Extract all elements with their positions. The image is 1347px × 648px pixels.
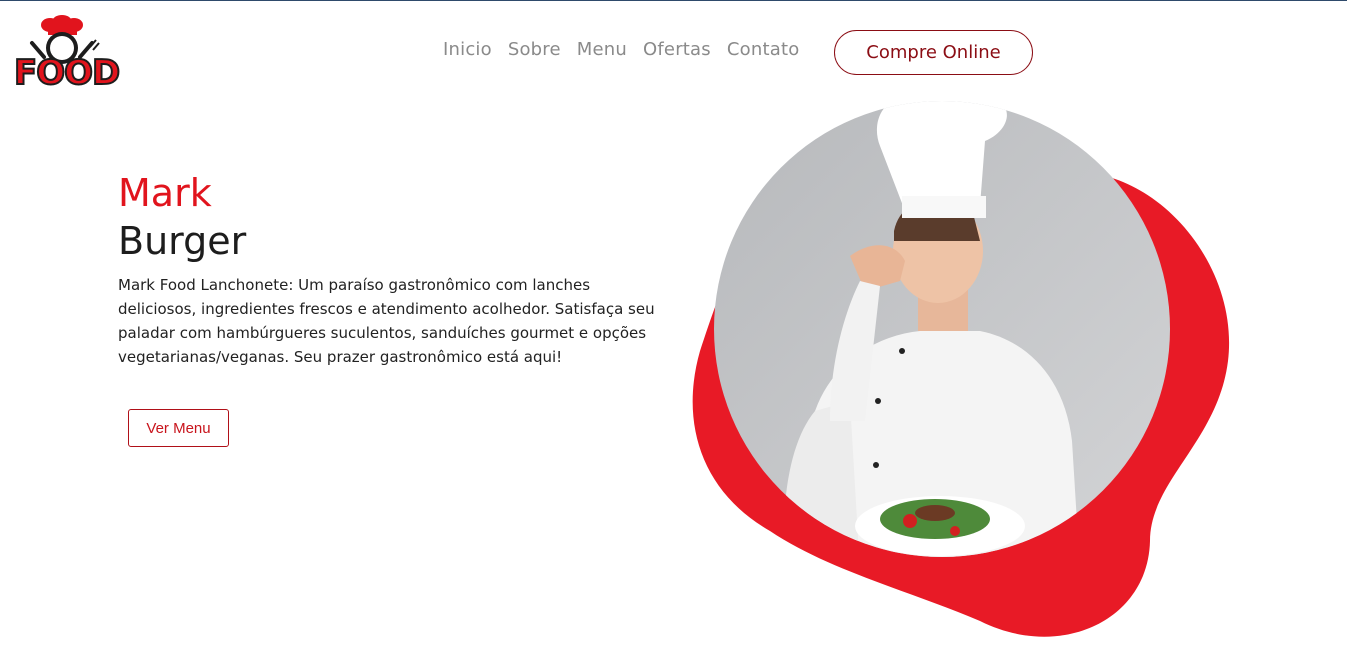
chef-photo-icon	[692, 101, 1230, 637]
nav-item-ofertas[interactable]: Ofertas	[643, 39, 711, 60]
nav-item-inicio[interactable]: Inicio	[443, 39, 492, 60]
hero-image	[680, 101, 1240, 644]
main-nav: Inicio Sobre Menu Ofertas Contato	[443, 39, 799, 60]
hero-title-second: Burger	[118, 219, 247, 263]
nav-item-contato[interactable]: Contato	[727, 39, 800, 60]
hero-description: Mark Food Lanchonete: Um paraíso gastron…	[118, 276, 655, 366]
hero-title-first: Mark	[118, 171, 212, 215]
logo-text: FOOD	[13, 53, 121, 93]
view-menu-button[interactable]: Ver Menu	[128, 409, 229, 447]
food-logo[interactable]: FOOD	[12, 15, 124, 93]
nav-item-sobre[interactable]: Sobre	[508, 39, 561, 60]
buy-online-button[interactable]: Compre Online	[834, 30, 1033, 75]
nav-item-menu[interactable]: Menu	[577, 39, 627, 60]
